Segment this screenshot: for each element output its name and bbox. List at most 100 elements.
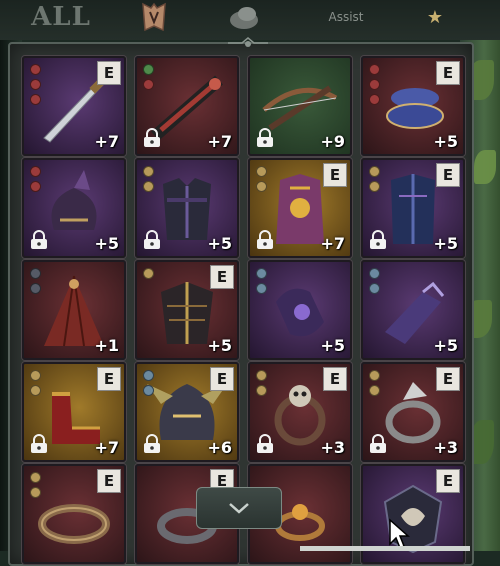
inventory-slot[interactable]: +5: [22, 158, 126, 258]
inventory-slot[interactable]: +5: [248, 260, 352, 360]
enhancement-level: +6: [207, 438, 232, 457]
inventory-slot[interactable]: +7: [135, 56, 239, 156]
enhancement-level: +5: [207, 336, 232, 355]
gem-socket-icon: [369, 268, 380, 279]
gem-socket-icon: [30, 370, 41, 381]
gem-socket-icon: [256, 166, 267, 177]
lock-icon: [257, 230, 273, 249]
gem-socket-icon: [369, 166, 380, 177]
socket-gems: [30, 472, 41, 498]
gem-socket-icon: [256, 385, 267, 396]
lock-icon: [370, 434, 386, 453]
inventory-slot[interactable]: E +7: [22, 362, 126, 462]
equipped-badge: E: [97, 367, 121, 391]
gem-socket-icon: [30, 64, 41, 75]
star-icon[interactable]: ★: [420, 0, 450, 34]
socket-gems: [30, 166, 41, 192]
inventory-slot[interactable]: +5: [135, 158, 239, 258]
socket-gems: [30, 370, 41, 396]
equipped-badge: E: [436, 469, 460, 493]
enhancement-level: +5: [433, 336, 458, 355]
gem-socket-icon: [143, 268, 154, 279]
socket-gems: [256, 268, 267, 294]
enhancement-level: +5: [320, 336, 345, 355]
scroll-down-button[interactable]: [196, 487, 282, 529]
gem-socket-icon: [256, 268, 267, 279]
equipped-badge: E: [436, 61, 460, 85]
gem-socket-icon: [30, 94, 41, 105]
socket-gems: [369, 370, 380, 396]
lock-icon: [31, 230, 47, 249]
gem-socket-icon: [143, 166, 154, 177]
lock-icon: [144, 230, 160, 249]
socket-gems: [369, 166, 380, 192]
gem-socket-icon: [30, 472, 41, 483]
equipped-badge: E: [97, 61, 121, 85]
equipped-badge: E: [323, 367, 347, 391]
socket-gems: [369, 268, 380, 294]
enhancement-level: +5: [207, 234, 232, 253]
inventory-slot[interactable]: E +5: [361, 56, 465, 156]
inventory-slot[interactable]: E +7: [22, 56, 126, 156]
gem-socket-icon: [30, 283, 41, 294]
equipped-badge: E: [210, 265, 234, 289]
enhancement-level: +5: [433, 234, 458, 253]
ornament-divider: [228, 37, 268, 47]
gem-socket-icon: [30, 268, 41, 279]
enhancement-level: +9: [320, 132, 345, 151]
armor-tab-icon: [142, 2, 166, 32]
lock-icon: [370, 230, 386, 249]
equipped-badge: E: [210, 367, 234, 391]
socket-gems: [256, 166, 267, 192]
tab-all[interactable]: ALL: [30, 0, 92, 34]
gem-socket-icon: [30, 166, 41, 177]
gem-socket-icon: [30, 79, 41, 90]
socket-gems: [30, 268, 41, 294]
lock-icon: [257, 128, 273, 147]
socket-gems: [143, 64, 154, 90]
accessory-tab-icon: [230, 7, 258, 29]
enhancement-level: +7: [207, 132, 232, 151]
inventory-slot[interactable]: E: [22, 464, 126, 564]
gem-socket-icon: [143, 385, 154, 396]
lock-icon: [31, 434, 47, 453]
gem-socket-icon: [369, 94, 380, 105]
gem-socket-icon: [369, 64, 380, 75]
tab-armor[interactable]: [132, 0, 176, 34]
enhancement-level: +7: [94, 132, 119, 151]
enhancement-level: +3: [320, 438, 345, 457]
equipped-badge: E: [436, 367, 460, 391]
inventory-slot[interactable]: +5: [361, 260, 465, 360]
gem-socket-icon: [256, 370, 267, 381]
category-tab-bar: ALL Assist ★: [0, 0, 500, 40]
gem-socket-icon: [369, 181, 380, 192]
enhancement-level: +7: [320, 234, 345, 253]
lock-icon: [257, 434, 273, 453]
inventory-slot[interactable]: E +5: [361, 158, 465, 258]
gem-socket-icon: [143, 64, 154, 75]
inventory-slot[interactable]: E +5: [135, 260, 239, 360]
socket-gems: [143, 268, 154, 279]
enhancement-level: +5: [433, 132, 458, 151]
enhancement-level: +7: [94, 438, 119, 457]
socket-gems: [256, 370, 267, 396]
lock-icon: [144, 434, 160, 453]
tab-assist[interactable]: Assist: [316, 0, 376, 34]
gem-socket-icon: [143, 370, 154, 381]
inventory-slot[interactable]: +9: [248, 56, 352, 156]
enhancement-level: +3: [433, 438, 458, 457]
enhancement-level: +5: [94, 234, 119, 253]
gem-socket-icon: [30, 181, 41, 192]
inventory-slot[interactable]: E +7: [248, 158, 352, 258]
socket-gems: [30, 64, 41, 105]
inventory-slot[interactable]: E +3: [248, 362, 352, 462]
inventory-slot[interactable]: E +3: [361, 362, 465, 462]
equipped-badge: E: [323, 163, 347, 187]
socket-gems: [143, 370, 154, 396]
equipped-badge: E: [97, 469, 121, 493]
tab-accessory[interactable]: [222, 0, 266, 34]
gem-socket-icon: [369, 370, 380, 381]
inventory-slot[interactable]: E +6: [135, 362, 239, 462]
inventory-slot[interactable]: +1: [22, 260, 126, 360]
lock-icon: [144, 128, 160, 147]
